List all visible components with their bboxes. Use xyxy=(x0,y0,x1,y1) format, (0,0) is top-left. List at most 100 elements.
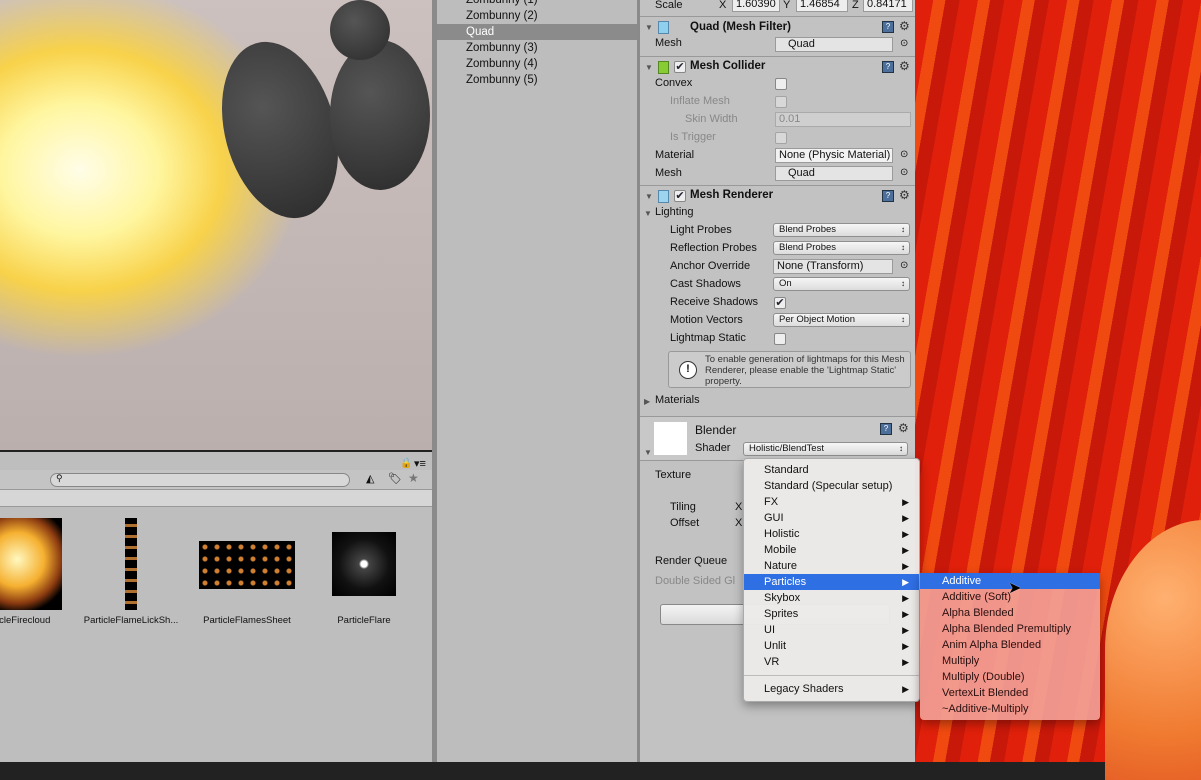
expand-triangle-icon[interactable]: ▼ xyxy=(644,209,652,218)
collapse-triangle-icon[interactable]: ▼ xyxy=(645,192,653,201)
help-icon[interactable]: ? xyxy=(880,423,892,435)
object-picker-icon[interactable]: ⊙ xyxy=(900,167,908,178)
motion-vectors-dropdown[interactable]: Per Object Motion xyxy=(773,313,910,327)
asset-thumbnail[interactable] xyxy=(332,532,396,596)
shader-menu[interactable]: Standard Standard (Specular setup) FX ▶ G… xyxy=(743,458,920,702)
scale-z-field[interactable]: 0.84171 xyxy=(863,0,913,12)
lighting-foldout[interactable]: Lighting xyxy=(655,206,694,218)
scene-view[interactable] xyxy=(0,0,432,450)
asset-name[interactable]: ParticleFirecloud xyxy=(0,615,75,626)
menu-item[interactable]: Unlit ▶ xyxy=(744,638,919,654)
convex-checkbox[interactable] xyxy=(775,78,787,90)
submenu-arrow-icon: ▶ xyxy=(902,545,909,555)
lock-icon[interactable]: 🔒 xyxy=(400,458,412,469)
submenu-arrow-icon: ▶ xyxy=(902,625,909,635)
hierarchy-item-selected[interactable]: Quad xyxy=(437,24,637,40)
help-icon[interactable]: ? xyxy=(882,190,894,202)
expand-triangle-icon[interactable]: ▼ xyxy=(644,448,652,457)
lightmap-static-label: Lightmap Static xyxy=(670,332,746,344)
component-title: Mesh Collider xyxy=(690,60,766,72)
object-picker-icon[interactable]: ⊙ xyxy=(900,38,908,49)
submenu-item[interactable]: VertexLit Blended xyxy=(920,685,1100,701)
mesh-filter-icon xyxy=(658,21,669,34)
asset-name[interactable]: ParticleFlameLickSh... xyxy=(71,615,191,626)
scale-x-field[interactable]: 1.60390 xyxy=(732,0,780,12)
object-picker-icon[interactable]: ⊙ xyxy=(900,149,908,160)
light-probes-label: Light Probes xyxy=(670,224,732,236)
anchor-override-field[interactable]: None (Transform) xyxy=(773,259,893,274)
mesh-filter-component: ▼ Quad (Mesh Filter) ? ⚙ Mesh Quad ⊙ xyxy=(640,16,915,56)
motion-vectors-label: Motion Vectors xyxy=(670,314,743,326)
asset-thumbnail[interactable] xyxy=(0,518,62,610)
help-icon[interactable]: ? xyxy=(882,61,894,73)
menu-item-highlighted[interactable]: Particles ▶ xyxy=(744,574,919,590)
favorite-star-icon[interactable]: ★ xyxy=(408,471,419,485)
object-picker-icon[interactable]: ⊙ xyxy=(900,260,908,271)
label-tag-icon[interactable]: 🏷 xyxy=(388,472,402,485)
hierarchy-item[interactable]: Zombunny (5) xyxy=(437,72,637,88)
submenu-item[interactable]: Multiply xyxy=(920,653,1100,669)
hierarchy-item[interactable]: Zombunny (2) xyxy=(437,8,637,24)
hierarchy-item[interactable]: Zombunny (1) xyxy=(437,0,637,8)
help-icon[interactable]: ? xyxy=(882,21,894,33)
menu-item[interactable]: Sprites ▶ xyxy=(744,606,919,622)
enabled-checkbox[interactable]: ✔ xyxy=(674,190,686,202)
menu-item[interactable]: Holistic ▶ xyxy=(744,526,919,542)
submenu-item[interactable]: Anim Alpha Blended xyxy=(920,637,1100,653)
scale-y-field[interactable]: 1.46854 xyxy=(796,0,848,12)
texture-label: Texture xyxy=(655,469,692,481)
double-sided-gi-label: Double Sided Gl xyxy=(655,575,736,587)
menu-item[interactable]: Standard (Specular setup) xyxy=(744,478,919,494)
asset-name[interactable]: ParticleFlamesSheet xyxy=(187,615,307,626)
menu-item[interactable]: Skybox ▶ xyxy=(744,590,919,606)
filter-by-type-icon[interactable]: ◭ xyxy=(366,472,374,485)
materials-foldout[interactable]: Materials xyxy=(655,394,700,406)
asset-thumbnail[interactable] xyxy=(125,518,137,610)
submenu-item[interactable]: Alpha Blended Premultiply xyxy=(920,621,1100,637)
cast-shadows-dropdown[interactable]: On xyxy=(773,277,910,291)
submenu-item[interactable]: Alpha Blended xyxy=(920,605,1100,621)
lightmap-static-checkbox[interactable] xyxy=(774,333,786,345)
asset-name[interactable]: ParticleFlare xyxy=(304,615,424,626)
light-probes-dropdown[interactable]: Blend Probes xyxy=(773,223,910,237)
x-label: X xyxy=(735,517,743,529)
info-text: To enable generation of lightmaps for th… xyxy=(705,354,905,387)
collapse-triangle-icon[interactable]: ▼ xyxy=(645,23,653,32)
zombunny-model xyxy=(330,0,390,60)
gear-icon[interactable]: ⚙ xyxy=(899,188,910,202)
shader-dropdown[interactable]: Holistic/BlendTest xyxy=(743,442,908,456)
menu-item[interactable]: UI ▶ xyxy=(744,622,919,638)
menu-item[interactable]: FX ▶ xyxy=(744,494,919,510)
mesh-field[interactable]: Quad xyxy=(775,37,893,52)
menu-item[interactable]: VR ▶ xyxy=(744,654,919,670)
submenu-item[interactable]: ~Additive-Multiply xyxy=(920,701,1100,717)
gear-icon[interactable]: ⚙ xyxy=(898,421,909,435)
hierarchy-item[interactable]: Zombunny (3) xyxy=(437,40,637,56)
menu-item[interactable]: Mobile ▶ xyxy=(744,542,919,558)
gear-icon[interactable]: ⚙ xyxy=(899,59,910,73)
inflate-mesh-label: Inflate Mesh xyxy=(670,95,730,107)
search-input[interactable]: ⚲ xyxy=(50,473,350,487)
hierarchy-item[interactable]: Zombunny (4) xyxy=(437,56,637,72)
asset-thumbnail[interactable] xyxy=(199,541,295,589)
receive-shadows-checkbox[interactable]: ✔ xyxy=(774,297,786,309)
mesh-field[interactable]: Quad xyxy=(775,166,893,181)
reflection-probes-dropdown[interactable]: Blend Probes xyxy=(773,241,910,255)
submenu-arrow-icon: ▶ xyxy=(902,577,909,587)
submenu-arrow-icon: ▶ xyxy=(902,684,909,694)
enabled-checkbox[interactable]: ✔ xyxy=(674,61,686,73)
panel-menu-icon[interactable]: ▾≡ xyxy=(414,457,426,470)
expand-triangle-icon[interactable]: ▶ xyxy=(644,397,650,406)
submenu-arrow-icon: ▶ xyxy=(902,657,909,667)
submenu-arrow-icon: ▶ xyxy=(902,529,909,539)
menu-item[interactable]: Standard xyxy=(744,462,919,478)
submenu-item[interactable]: Multiply (Double) xyxy=(920,669,1100,685)
menu-item[interactable]: Nature ▶ xyxy=(744,558,919,574)
tiling-label: Tiling xyxy=(670,501,696,513)
menu-item[interactable]: GUI ▶ xyxy=(744,510,919,526)
physic-material-field[interactable]: None (Physic Material) xyxy=(775,148,893,163)
collapse-triangle-icon[interactable]: ▼ xyxy=(645,63,653,72)
menu-item[interactable]: Legacy Shaders ▶ xyxy=(744,681,919,697)
gear-icon[interactable]: ⚙ xyxy=(899,19,910,33)
cast-shadows-label: Cast Shadows xyxy=(670,278,741,290)
